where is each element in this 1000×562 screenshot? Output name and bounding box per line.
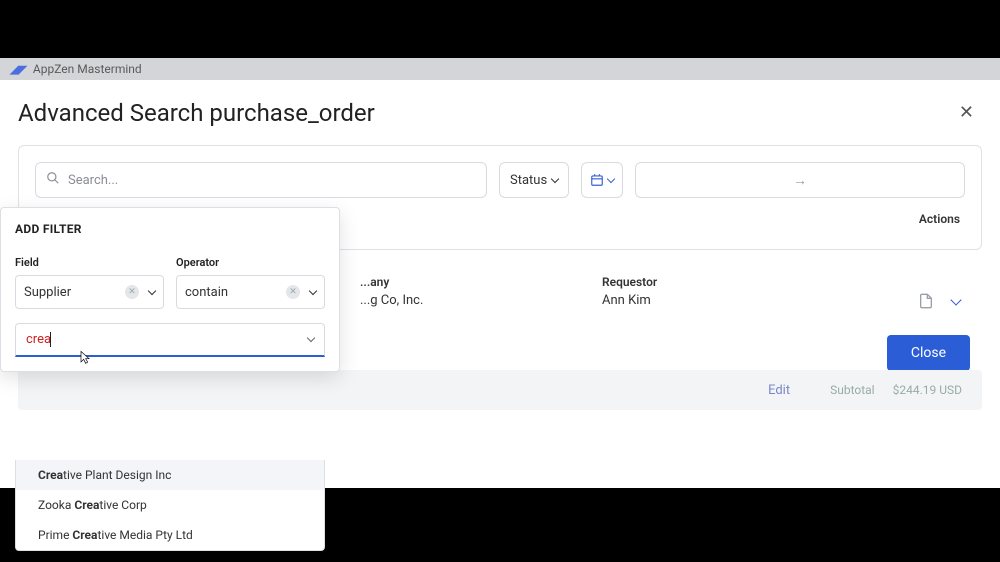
edit-link[interactable]: Edit xyxy=(768,383,790,398)
suggestion-item[interactable]: Prime Creative Media Pty Ltd xyxy=(16,520,324,550)
search-placeholder: Search... xyxy=(68,173,118,188)
clear-icon[interactable]: ✕ xyxy=(125,285,139,299)
chevron-down-icon[interactable] xyxy=(950,294,961,305)
chevron-down-icon xyxy=(309,286,317,294)
company-value: ...g Co, Inc. xyxy=(360,293,423,308)
document-icon[interactable] xyxy=(918,293,934,309)
requestor-value: Ann Kim xyxy=(602,293,657,308)
chevron-down-icon xyxy=(607,174,615,182)
date-range-box[interactable]: → xyxy=(635,162,965,198)
field-value: Supplier xyxy=(24,285,71,300)
field-label: Field xyxy=(15,256,164,269)
company-label: ...any xyxy=(360,275,423,289)
operator-value: contain xyxy=(185,285,228,300)
status-dropdown[interactable]: Status xyxy=(499,162,569,198)
calendar-icon xyxy=(590,173,604,187)
brand-logo-icon: ◢◤ xyxy=(10,63,27,76)
subtotal-amount: $244.19 USD xyxy=(893,383,962,397)
chevron-down-icon xyxy=(307,334,315,342)
add-filter-popover: ADD FILTER Field Supplier ✕ Operator xyxy=(0,207,340,372)
date-picker[interactable] xyxy=(581,162,623,198)
suggestion-list: Creative Plant Design Inc Zooka Creative… xyxy=(15,460,325,551)
app-topbar: ◢◤ AppZen Mastermind xyxy=(0,58,1000,80)
modal-title: Advanced Search purchase_order xyxy=(18,99,375,127)
background-row: Edit Subtotal $244.19 USD xyxy=(18,370,982,410)
field-select[interactable]: Supplier ✕ xyxy=(15,275,164,309)
operator-select[interactable]: contain ✕ xyxy=(176,275,325,309)
popover-title: ADD FILTER xyxy=(15,222,325,236)
value-input[interactable]: crea xyxy=(15,323,325,357)
actions-column-header: Actions xyxy=(919,212,960,226)
brand-name: AppZen Mastermind xyxy=(33,62,142,76)
close-button[interactable]: Close xyxy=(887,335,970,371)
close-icon[interactable]: ✕ xyxy=(951,98,982,127)
clear-icon[interactable]: ✕ xyxy=(286,285,300,299)
chevron-down-icon xyxy=(551,174,559,182)
chevron-down-icon xyxy=(148,286,156,294)
requestor-label: Requestor xyxy=(602,275,657,289)
status-label: Status xyxy=(510,173,547,188)
subtotal-label: Subtotal xyxy=(830,383,875,397)
suggestion-item[interactable]: Zooka Creative Corp xyxy=(16,490,324,520)
suggestion-item[interactable]: Creative Plant Design Inc xyxy=(16,460,324,490)
value-typed: crea xyxy=(26,332,51,347)
search-icon xyxy=(46,171,60,189)
arrow-right-icon: → xyxy=(793,172,807,189)
operator-label: Operator xyxy=(176,256,325,269)
search-input[interactable]: Search... xyxy=(35,162,487,198)
